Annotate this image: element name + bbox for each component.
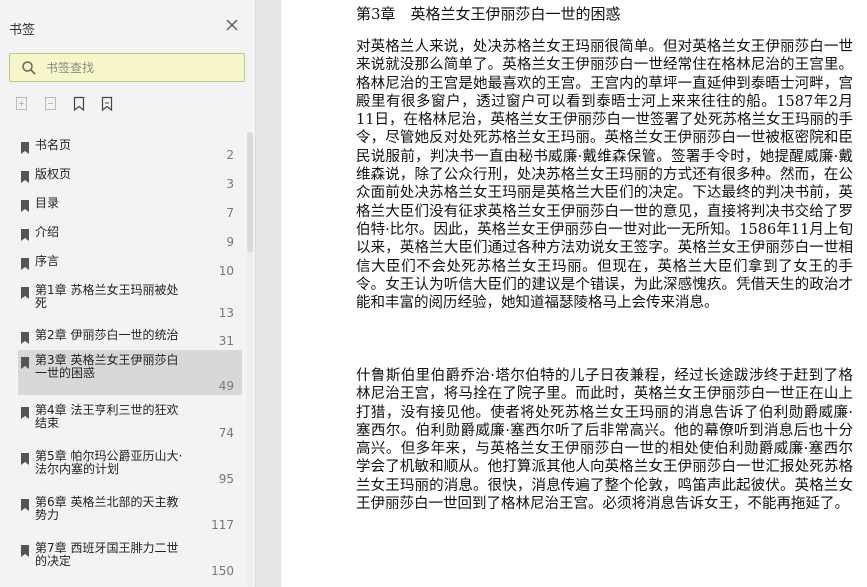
bookmark-icon	[21, 357, 29, 369]
sidebar-header: 书签	[0, 0, 256, 40]
bookmark-search-box[interactable]	[9, 53, 245, 82]
close-icon[interactable]	[225, 18, 241, 34]
bookmark-label: 第2章 伊丽莎白一世的统治	[35, 328, 179, 342]
sidebar-title: 书签	[9, 23, 36, 38]
bookmark-item[interactable]: 介绍 9	[18, 222, 242, 249]
sidebar-scrollbar[interactable]	[247, 132, 253, 587]
bookmark-toolbar	[14, 96, 134, 114]
bookmark-page: 13	[218, 306, 234, 320]
bookmark-icon	[21, 200, 29, 212]
scrollbar-thumb[interactable]	[247, 132, 253, 252]
bookmark-icon	[21, 407, 29, 419]
bookmark-icon	[21, 258, 29, 270]
bookmark-icon	[21, 142, 29, 154]
document-page: 第3章 英格兰女王伊丽莎白一世的困惑 对英格兰人来说，处决苏格兰女王玛丽很简单。…	[281, 0, 867, 587]
bookmark-page: 95	[218, 472, 234, 486]
bookmark-label: 版权页	[35, 167, 72, 181]
bookmark-page: 74	[218, 426, 234, 440]
bookmark-item[interactable]: 第1章 苏格兰女王玛丽被处死 13	[18, 280, 242, 322]
bookmark-label: 第3章 英格兰女王伊丽莎白一世的困惑	[35, 353, 179, 380]
bookmark-page: 9	[226, 235, 234, 249]
bookmark-item[interactable]: 第6章 英格兰北部的天主教势力 117	[18, 492, 242, 534]
expand-bookmark-icon[interactable]	[71, 96, 87, 112]
bookmark-icon	[21, 287, 29, 299]
bookmark-search-input[interactable]	[46, 58, 236, 78]
bookmark-label: 序言	[35, 254, 60, 268]
bookmark-item[interactable]: 第4章 法王亨利三世的狂欢结束 74	[18, 400, 242, 442]
bookmark-sidebar: 书签 书名页 2 版权页 3	[0, 0, 256, 587]
paragraph: 对英格兰人来说，处决苏格兰女王玛丽很简单。但对英格兰女王伊丽莎白一世来说就没那么…	[356, 39, 853, 312]
bookmark-list: 书名页 2 版权页 3 目录 7 介绍 9 序言 10 第1章 苏格兰女王玛丽被…	[0, 130, 244, 587]
bookmark-item[interactable]: 第5章 帕尔玛公爵亚历山大·法尔内塞的计划 95	[18, 446, 242, 488]
bookmark-page: 117	[211, 518, 234, 532]
bookmark-item[interactable]: 目录 7	[18, 193, 242, 220]
bookmark-label: 介绍	[35, 225, 60, 239]
bookmark-icon	[21, 453, 29, 465]
bookmark-page: 31	[218, 334, 234, 348]
bookmark-label: 目录	[35, 196, 60, 210]
bookmark-item[interactable]: 第2章 伊丽莎白一世的统治 31	[18, 325, 242, 351]
bookmark-page: 2	[226, 148, 234, 162]
bookmark-label: 第1章 苏格兰女王玛丽被处死	[35, 283, 179, 310]
paragraph: 什鲁斯伯里伯爵乔治·塔尔伯特的儿子日夜兼程，经过长途跋涉终于赶到了格林尼治王宫，…	[356, 368, 853, 513]
bookmark-item[interactable]: 序言 10	[18, 251, 242, 278]
bookmark-icon	[21, 545, 29, 557]
bookmark-label: 第7章 西班牙国王腓力二世的决定	[35, 541, 179, 568]
bookmark-icon	[21, 499, 29, 511]
bookmark-item[interactable]: 第7章 西班牙国王腓力二世的决定 150	[18, 538, 242, 580]
bookmark-page: 3	[226, 177, 234, 191]
bookmark-item[interactable]: 版权页 3	[18, 164, 242, 191]
remove-bookmark-icon[interactable]	[43, 96, 59, 112]
bookmark-label: 书名页	[35, 138, 72, 152]
bookmark-page: 10	[218, 264, 234, 278]
bookmark-item[interactable]: 书名页 2	[18, 135, 242, 162]
add-bookmark-icon[interactable]	[14, 96, 30, 112]
bookmark-page: 49	[218, 379, 234, 393]
collapse-bookmark-icon[interactable]	[99, 96, 115, 112]
search-icon	[22, 61, 36, 75]
chapter-title: 第3章 英格兰女王伊丽莎白一世的困惑	[356, 5, 621, 23]
bookmark-page: 7	[226, 206, 234, 220]
bookmark-item-selected[interactable]: 第3章 英格兰女王伊丽莎白一世的困惑 49	[18, 350, 242, 395]
bookmark-label: 第5章 帕尔玛公爵亚历山大·法尔内塞的计划	[35, 449, 183, 476]
bookmark-icon	[21, 229, 29, 241]
bookmark-label: 第6章 英格兰北部的天主教势力	[35, 495, 179, 522]
bookmark-label: 第4章 法王亨利三世的狂欢结束	[35, 403, 179, 430]
bookmark-icon	[21, 332, 29, 344]
bookmark-page: 150	[211, 564, 234, 578]
bookmark-icon	[21, 171, 29, 183]
